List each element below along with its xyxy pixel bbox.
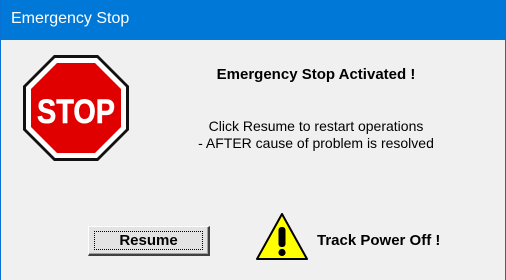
stop-sign-icon: STOP [23,55,129,161]
alert-heading: Emergency Stop Activated ! [216,66,416,83]
resume-button[interactable]: Resume [88,226,210,256]
resume-button-label: Resume [119,232,178,249]
window-title: Emergency Stop [11,10,130,27]
instruction-line-2: - AFTER cause of problem is resolved [198,135,434,151]
warning-icon [256,213,308,260]
track-power-status: Track Power Off ! [317,232,441,249]
emergency-stop-dialog: Emergency Stop STOP Emergency Stop Activ… [0,0,506,280]
instruction-line-1: Click Resume to restart operations [208,118,424,134]
stop-sign-text: STOP [37,93,115,131]
title-bar[interactable]: Emergency Stop [1,0,505,40]
